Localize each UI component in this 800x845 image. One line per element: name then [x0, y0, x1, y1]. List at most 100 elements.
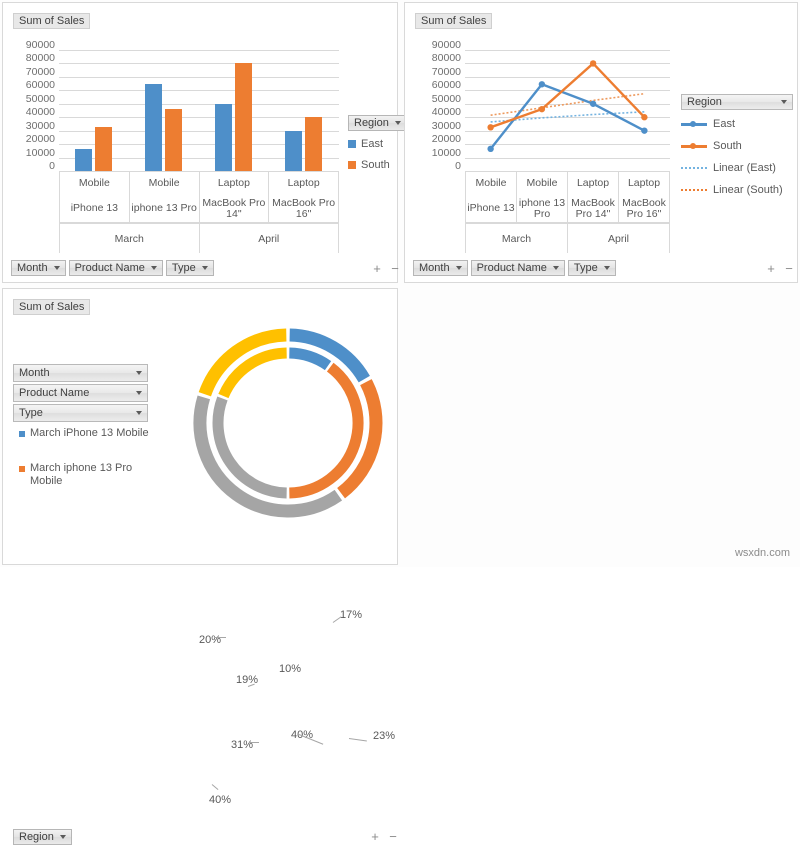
y-tick-label: 20000 — [25, 133, 55, 146]
line-expand-collapse[interactable]: + − — [765, 262, 795, 275]
line-category-table: Mobile iPhone 13 Mobile iphone 13 Pro Laptop… — [465, 171, 670, 223]
field-button-product-name[interactable]: Product Name — [470, 260, 565, 276]
category-column: Mobile iphone 13 Pro — [517, 172, 568, 222]
pie-slicer-group[interactable]: Month Product Name Type — [13, 364, 148, 424]
south-line-marker — [681, 141, 707, 151]
bar-expand-collapse[interactable]: + − — [371, 262, 401, 275]
data-label-outer-17: 17% — [340, 609, 363, 621]
chevron-down-icon — [781, 100, 787, 104]
legend-label-east: East — [361, 138, 384, 150]
legend-item-east: East — [681, 118, 793, 130]
watermark: wsxdn.com — [734, 547, 790, 559]
category-level2: MacBook Pro 14" — [571, 196, 615, 220]
field-button-type[interactable]: Type — [165, 260, 214, 276]
y-tick-label: 70000 — [431, 65, 461, 78]
data-point-east — [538, 81, 546, 88]
data-point-east — [589, 100, 597, 107]
field-button-type[interactable]: Type — [567, 260, 616, 276]
y-tick-label: 50000 — [25, 92, 55, 105]
legend-item-linear-south: Linear (South) — [681, 184, 793, 196]
bar-east — [285, 130, 302, 171]
doughnut-chart — [193, 328, 383, 518]
slicer-product-name[interactable]: Product Name — [13, 384, 148, 402]
y-tick-label: 40000 — [25, 106, 55, 119]
data-point-south — [641, 114, 648, 121]
bar-east — [215, 103, 232, 171]
chevron-down-icon — [552, 266, 559, 270]
y-tick-label: 20000 — [431, 133, 461, 146]
field-button-month[interactable]: Month — [413, 260, 468, 276]
collapse-field-button[interactable]: − — [387, 830, 399, 843]
chevron-down-icon — [394, 121, 401, 125]
slicer-type[interactable]: Type — [13, 404, 148, 422]
doughnut-chart-panel[interactable]: Sum of Sales Month Product Name Type Mar… — [2, 288, 398, 845]
legend-item-east: East — [348, 138, 407, 150]
category-level2: iPhone 13 — [467, 202, 515, 215]
bar-y-axis-labels: 90000 80000 70000 60000 50000 40000 30000 20000… — [11, 40, 55, 172]
bar-chart-panel[interactable]: Sum of Sales 90000 80000 70000 60000 50000 40… — [2, 2, 407, 283]
data-point-east — [641, 127, 648, 134]
bar-chart-title-button[interactable]: Sum of Sales — [13, 13, 91, 29]
data-point-south — [487, 124, 494, 131]
pie-legend: March iPhone 13 Mobile March iphone 13 P… — [19, 427, 179, 488]
east-line-marker — [681, 119, 707, 129]
pie-chart-title[interactable]: Sum of Sales — [13, 299, 91, 315]
pie-field-buttons[interactable]: Region — [13, 829, 72, 845]
expand-field-button[interactable]: + — [765, 262, 777, 275]
slicer-type-label: Type — [19, 407, 43, 419]
y-tick-label: 50000 — [431, 92, 461, 105]
line-series-area — [487, 60, 648, 153]
category-level3: March — [60, 224, 200, 253]
collapse-field-button[interactable]: − — [783, 262, 795, 275]
pie-legend-label-1: March iPhone 13 Mobile — [30, 427, 149, 439]
collapse-field-button[interactable]: − — [389, 262, 401, 275]
y-tick-label: 10000 — [431, 146, 461, 159]
data-point-east — [487, 145, 494, 153]
line-legend: Region East South Linear (East) Linear (… — [681, 94, 793, 206]
bar-south — [305, 117, 322, 171]
trendline-linear-south — [490, 92, 645, 116]
bar-field-buttons[interactable]: Month Product Name Type — [11, 260, 214, 276]
east-color-swatch — [348, 140, 356, 148]
bar-group-row: March April — [59, 223, 339, 253]
field-button-region[interactable]: Region — [13, 829, 72, 845]
blue-color-swatch — [19, 431, 25, 437]
line-chart-title[interactable]: Sum of Sales — [415, 13, 493, 29]
data-label-inner-10: 10% — [279, 663, 302, 675]
leader-line-6 — [249, 742, 259, 743]
bar-legend: Region East South — [348, 115, 407, 180]
leader-line-3 — [214, 637, 226, 638]
bar-category-table: Mobile iPhone 13 Mobile iphone 13 Pro Laptop… — [59, 171, 339, 223]
line-chart-panel[interactable]: Sum of Sales 90000 80000 70000 60000 50000 40… — [404, 2, 798, 283]
bar-legend-field-button[interactable]: Region — [348, 115, 407, 131]
line-field-buttons[interactable]: Month Product Name Type — [413, 260, 616, 276]
line-y-axis-labels: 90000 80000 70000 60000 50000 40000 30000 20000… — [417, 40, 461, 172]
leader-line-1 — [348, 738, 367, 742]
bar-south — [235, 63, 252, 171]
pie-expand-collapse[interactable]: + − — [369, 830, 399, 843]
bar-south — [165, 109, 182, 171]
line-chart-title-button[interactable]: Sum of Sales — [415, 13, 493, 29]
pie-chart-title-button[interactable]: Sum of Sales — [13, 299, 91, 315]
orange-color-swatch — [19, 466, 25, 472]
chevron-down-icon — [201, 266, 208, 270]
legend-label-south: South — [361, 159, 390, 171]
slicer-product-name-label: Product Name — [19, 387, 90, 399]
field-button-month[interactable]: Month — [11, 260, 66, 276]
data-point-south — [589, 60, 597, 67]
category-level3: April — [568, 224, 670, 253]
slicer-month[interactable]: Month — [13, 364, 148, 382]
field-button-product-name[interactable]: Product Name — [68, 260, 163, 276]
bar-legend-header: Region — [354, 117, 389, 129]
y-tick-label: 70000 — [25, 65, 55, 78]
line-legend-field-button[interactable]: Region — [681, 94, 793, 110]
expand-field-button[interactable]: + — [369, 830, 381, 843]
category-level1: Laptop — [576, 177, 610, 190]
bar-chart-title[interactable]: Sum of Sales — [13, 13, 91, 29]
data-label-inner-31: 31% — [231, 739, 254, 751]
expand-field-button[interactable]: + — [371, 262, 383, 275]
chevron-down-icon — [136, 391, 142, 395]
category-level3: April — [200, 224, 339, 253]
bar-series-area — [59, 50, 339, 171]
field-button-type-label: Type — [171, 262, 196, 274]
